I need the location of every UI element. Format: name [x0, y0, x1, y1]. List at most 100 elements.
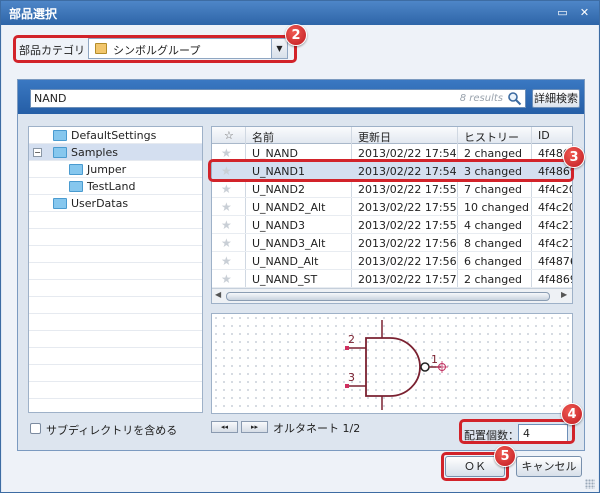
tree-empty-row — [29, 348, 202, 365]
pin-label-3: 3 — [348, 371, 355, 384]
tree-item-userdatas[interactable]: UserDatas — [29, 195, 202, 212]
callout-badge-4: 4 — [561, 403, 583, 425]
part-name: U_NAND_Alt — [252, 255, 319, 268]
cancel-button[interactable]: キャンセル — [516, 456, 582, 477]
scroll-left-icon[interactable]: ◀ — [215, 290, 221, 299]
part-id: 4f4c21 — [538, 237, 573, 250]
part-id: 4f4c20 — [538, 201, 573, 214]
pin-label-2: 2 — [348, 333, 355, 346]
collapse-icon[interactable]: − — [33, 148, 42, 157]
star-icon[interactable]: ★ — [221, 272, 232, 286]
table-header: ☆ 名前 更新日 ヒストリー ID — [212, 127, 572, 144]
scroll-right-icon[interactable]: ▶ — [561, 290, 567, 299]
folder-icon — [69, 164, 83, 175]
restore-icon[interactable]: ▭ — [555, 5, 570, 20]
previous-alternate-button[interactable]: ◂◂ — [211, 421, 238, 433]
star-icon[interactable]: ★ — [221, 254, 232, 268]
include-subdirs-checkbox[interactable] — [30, 423, 41, 434]
tree-item-samples[interactable]: − Samples — [29, 144, 202, 161]
next-alternate-button[interactable]: ▸▸ — [241, 421, 268, 433]
title-bar[interactable]: 部品選択 ▭ ✕ — [1, 1, 599, 25]
advanced-search-button[interactable]: 詳細検索 — [532, 89, 580, 108]
part-date: 2013/02/22 17:55 — [358, 183, 457, 196]
part-history: 10 changed — [464, 201, 529, 214]
star-icon[interactable]: ★ — [221, 146, 232, 160]
part-name: U_NAND2 — [252, 183, 306, 196]
tree-item-label: UserDatas — [71, 197, 129, 210]
symbol-preview: 2 3 1 — [211, 313, 573, 414]
nand-gate-symbol: 2 3 1 — [345, 320, 448, 410]
column-header-history[interactable]: ヒストリー — [464, 129, 519, 145]
parts-select-dialog: 部品選択 ▭ ✕ 部品カテゴリ シンボルグループ ▼ 2 NAND 8 resu… — [0, 0, 600, 493]
folder-icon — [53, 147, 67, 158]
part-date: 2013/02/22 17:55 — [358, 219, 457, 232]
part-name: U_NAND3_Alt — [252, 237, 326, 250]
callout-badge-3: 3 — [563, 146, 585, 168]
part-history: 4 changed — [464, 219, 522, 232]
part-id: 4f4c21 — [538, 219, 573, 232]
tree-empty-row — [29, 263, 202, 280]
window-title: 部品選択 — [9, 7, 58, 21]
part-history: 8 changed — [464, 237, 522, 250]
close-icon[interactable]: ✕ — [577, 5, 592, 20]
part-id: 4f4869 — [538, 273, 573, 286]
tree-item-defaultsettings[interactable]: DefaultSettings — [29, 127, 202, 144]
folder-tree: DefaultSettings − Samples Jumper TestLan… — [28, 126, 203, 413]
scrollbar-thumb[interactable] — [226, 292, 550, 301]
tree-empty-row — [29, 382, 202, 399]
include-subdirs-label: サブディレクトリを含める — [46, 424, 178, 437]
horizontal-scrollbar[interactable]: ◀ ▶ — [212, 288, 572, 303]
search-results-count: 8 results — [459, 93, 503, 104]
part-name: U_NAND2_Alt — [252, 201, 326, 214]
tree-empty-row — [29, 314, 202, 331]
part-history: 6 changed — [464, 255, 522, 268]
folder-icon — [53, 130, 67, 141]
tree-empty-row — [29, 331, 202, 348]
resize-grip-icon[interactable] — [585, 479, 595, 489]
tree-item-label: TestLand — [87, 180, 136, 193]
part-date: 2013/02/22 17:55 — [358, 201, 457, 214]
folder-icon — [69, 181, 83, 192]
tree-empty-row — [29, 365, 202, 382]
tree-empty-row — [29, 297, 202, 314]
favorite-column-header[interactable]: ☆ — [224, 129, 234, 142]
table-row[interactable]: ★ U_NAND3_Alt 2013/02/22 17:56 8 changed… — [212, 234, 572, 252]
part-name: U_NAND_ST — [252, 273, 318, 286]
star-icon[interactable]: ★ — [221, 182, 232, 196]
parts-panel: NAND 8 results 詳細検索 DefaultSettings − Sa… — [17, 79, 585, 451]
tree-item-label: Samples — [71, 146, 118, 159]
part-date: 2013/02/22 17:56 — [358, 237, 457, 250]
table-row[interactable]: ★ U_NAND3 2013/02/22 17:55 4 changed 4f4… — [212, 216, 572, 234]
callout-badge-5: 5 — [494, 445, 516, 467]
search-input[interactable]: NAND 8 results — [30, 89, 526, 108]
column-header-name[interactable]: 名前 — [252, 129, 274, 145]
search-icon[interactable] — [507, 91, 522, 106]
column-header-id[interactable]: ID — [538, 129, 550, 142]
star-icon[interactable]: ★ — [221, 218, 232, 232]
pin-label-1: 1 — [431, 353, 438, 366]
column-header-date[interactable]: 更新日 — [358, 129, 391, 145]
tree-empty-row — [29, 246, 202, 263]
table-row[interactable]: ★ U_NAND2 2013/02/22 17:55 7 changed 4f4… — [212, 180, 572, 198]
tree-empty-row — [29, 229, 202, 246]
star-icon[interactable]: ★ — [221, 200, 232, 214]
part-id: 4f4876 — [538, 255, 573, 268]
table-row[interactable]: ★ U_NAND_ST 2013/02/22 17:57 2 changed 4… — [212, 270, 572, 288]
tree-item-label: Jumper — [87, 163, 127, 176]
parts-table: ☆ 名前 更新日 ヒストリー ID ★ U_NAND 2013/02/22 17… — [211, 126, 573, 304]
search-query: NAND — [34, 92, 67, 105]
highlight-box-selected-row — [208, 159, 574, 182]
table-row[interactable]: ★ U_NAND_Alt 2013/02/22 17:56 6 changed … — [212, 252, 572, 270]
part-history: 7 changed — [464, 183, 522, 196]
search-bar: NAND 8 results 詳細検索 — [18, 80, 584, 114]
part-date: 2013/02/22 17:57 — [358, 273, 457, 286]
table-row[interactable]: ★ U_NAND2_Alt 2013/02/22 17:55 10 change… — [212, 198, 572, 216]
tree-item-jumper[interactable]: Jumper — [29, 161, 202, 178]
tree-item-label: DefaultSettings — [71, 129, 157, 142]
tree-empty-row — [29, 280, 202, 297]
part-id: 4f4c20 — [538, 183, 573, 196]
tree-empty-row — [29, 212, 202, 229]
star-icon[interactable]: ★ — [221, 236, 232, 250]
part-name: U_NAND3 — [252, 219, 306, 232]
tree-item-testland[interactable]: TestLand — [29, 178, 202, 195]
